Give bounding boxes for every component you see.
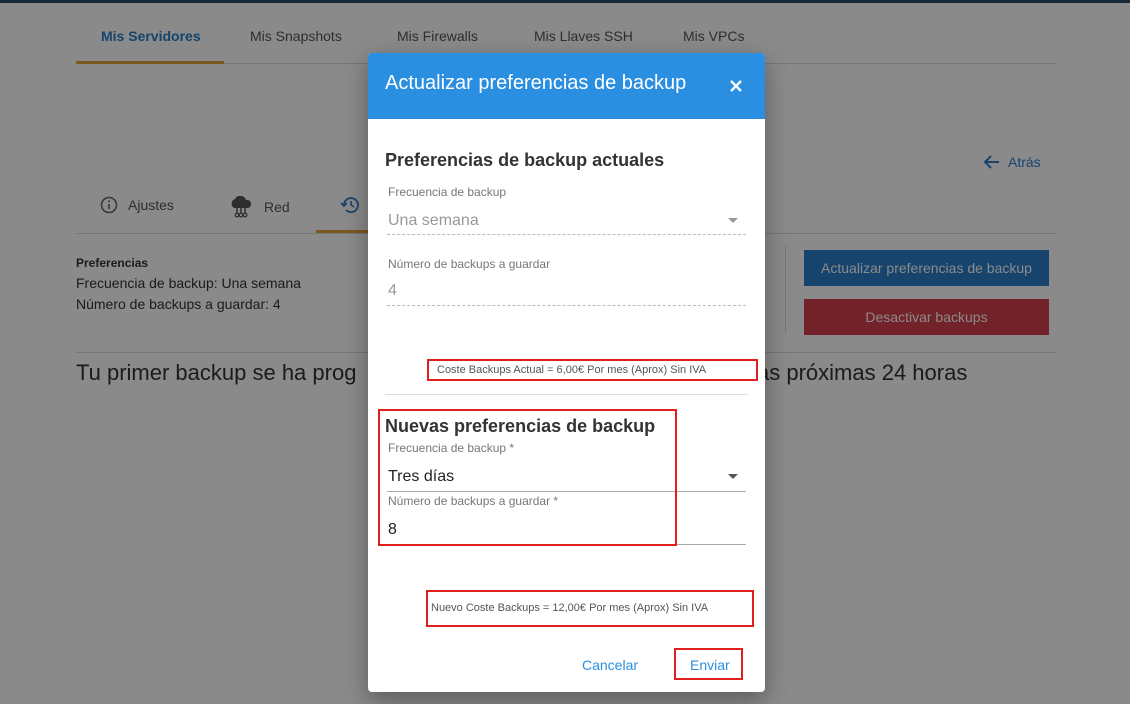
- highlight-new-preferences: [378, 409, 677, 546]
- chevron-down-icon[interactable]: [728, 474, 738, 479]
- highlight-submit: [674, 648, 743, 680]
- current-frequency-label: Frecuencia de backup: [388, 185, 507, 199]
- dialog-header: Actualizar preferencias de backup: [368, 53, 765, 119]
- current-count-underline: [387, 305, 746, 306]
- cancel-button[interactable]: Cancelar: [582, 657, 638, 673]
- highlight-current-cost: [427, 359, 758, 381]
- highlight-new-cost: [426, 590, 754, 627]
- section-separator: [385, 394, 748, 395]
- dialog-title: Actualizar preferencias de backup: [385, 72, 687, 94]
- close-icon[interactable]: [725, 75, 747, 97]
- current-frequency-underline: [387, 234, 746, 235]
- chevron-down-icon: [728, 218, 738, 223]
- current-preferences-heading: Preferencias de backup actuales: [385, 150, 665, 170]
- current-count-field: 4: [388, 282, 397, 299]
- current-frequency-select: Una semana: [388, 212, 479, 229]
- current-count-label: Número de backups a guardar: [388, 257, 551, 271]
- backup-preferences-dialog: Actualizar preferencias de backup Prefer…: [368, 53, 765, 692]
